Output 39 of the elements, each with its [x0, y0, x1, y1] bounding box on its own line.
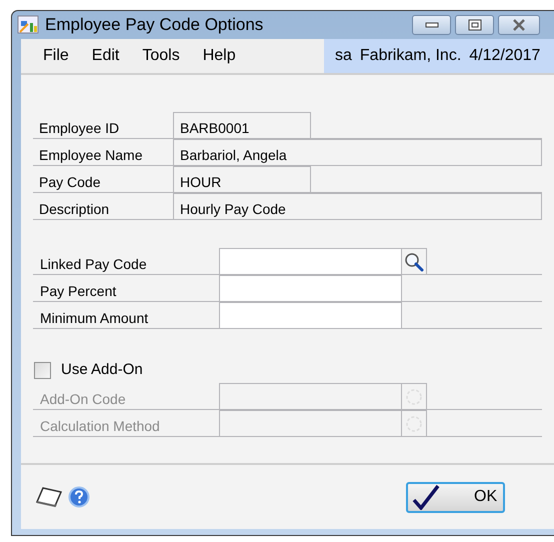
readonly-field: Barbariol, Angela	[173, 139, 542, 165]
readonly-field: BARB0001	[173, 112, 311, 138]
menu-item[interactable]: Help	[202, 44, 236, 68]
help-icon	[68, 486, 90, 508]
input-field[interactable]	[219, 248, 402, 274]
ok-button[interactable]: OK	[406, 482, 505, 512]
field-label: Minimum Amount	[39, 309, 150, 328]
field-label: Description	[38, 200, 110, 219]
readonly-field: HOUR	[173, 166, 311, 192]
lookup-button[interactable]	[402, 248, 427, 274]
window-title: Employee Pay Code Options	[45, 14, 264, 36]
session-date: 4/12/2017	[469, 46, 540, 66]
maximize-icon	[468, 19, 482, 31]
company-name: Fabrikam, Inc.	[360, 46, 462, 66]
note-icon	[35, 486, 63, 508]
maximize-button[interactable]	[455, 15, 494, 35]
checkmark-icon	[412, 484, 440, 510]
menu-item[interactable]: Tools	[142, 44, 180, 68]
close-button[interactable]	[498, 15, 540, 35]
user-name: sa	[335, 46, 352, 66]
input-field[interactable]	[219, 275, 402, 301]
input-field[interactable]	[219, 302, 402, 328]
close-icon	[512, 19, 526, 31]
field-label: Employee ID	[38, 119, 120, 138]
readonly-field: Hourly Pay Code	[173, 193, 542, 219]
app-icon	[17, 15, 39, 35]
menu-item[interactable]: File	[43, 44, 69, 68]
minimize-button[interactable]	[412, 15, 451, 35]
minimize-icon	[424, 22, 438, 28]
field-label: Pay Code	[38, 173, 102, 192]
field-label: Calculation Method	[39, 417, 161, 436]
field-label: Add-On Code	[39, 390, 127, 409]
field-label: Employee Name	[38, 146, 144, 165]
menu-item[interactable]: Edit	[92, 44, 120, 68]
checkbox-label: Use Add-On	[61, 360, 143, 380]
search-icon	[404, 252, 424, 272]
field-label: Linked Pay Code	[39, 255, 148, 274]
field-label: Pay Percent	[39, 282, 118, 301]
checkbox[interactable]	[34, 362, 51, 378]
